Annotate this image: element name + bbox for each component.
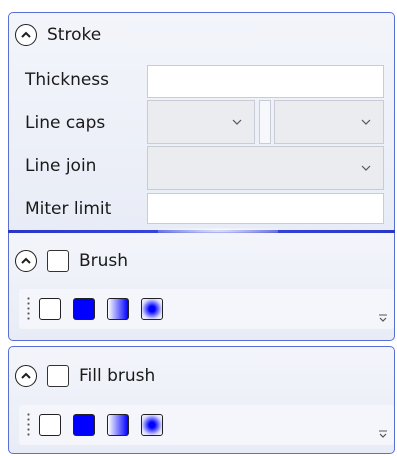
brush-enable-checkbox[interactable]	[47, 250, 69, 272]
brush-header: Brush	[15, 248, 128, 274]
fill-brush-enable-checkbox[interactable]	[47, 365, 69, 387]
brush-solid-swatch[interactable]	[73, 298, 95, 320]
chevron-up-icon	[21, 257, 31, 264]
brush-radial-gradient-swatch[interactable]	[141, 298, 163, 320]
thickness-label: Thickness	[25, 70, 110, 90]
line-caps-link-toggle[interactable]	[259, 100, 271, 144]
line-caps-label: Line caps	[25, 113, 106, 133]
chevron-up-icon	[21, 372, 31, 379]
line-caps-start-select[interactable]	[147, 100, 255, 144]
thickness-field[interactable]	[147, 65, 384, 98]
fill-brush-header: Fill brush	[15, 363, 155, 389]
miter-limit-label: Miter limit	[25, 199, 112, 219]
overflow-icon[interactable]	[378, 313, 388, 323]
brush-linear-gradient-swatch[interactable]	[107, 298, 129, 320]
fill-brush-linear-gradient-swatch[interactable]	[107, 414, 129, 436]
grip-icon[interactable]	[27, 296, 30, 322]
chevron-down-icon	[361, 119, 371, 125]
grip-icon[interactable]	[27, 412, 30, 438]
miter-limit-field[interactable]	[147, 193, 384, 224]
brush-none-swatch[interactable]	[39, 298, 61, 320]
fill-brush-toolbar	[19, 405, 394, 445]
fill-brush-none-swatch[interactable]	[39, 414, 61, 436]
chevron-down-icon	[361, 165, 371, 171]
brush-collapse-button[interactable]	[15, 250, 37, 272]
brush-panel: Brush	[8, 233, 395, 341]
stroke-header-label: Stroke	[47, 25, 102, 45]
line-caps-end-select[interactable]	[274, 100, 384, 144]
chevron-down-icon	[232, 119, 242, 125]
overflow-icon[interactable]	[378, 429, 388, 439]
fill-brush-header-label: Fill brush	[79, 366, 156, 386]
stroke-panel: Stroke Thickness Line caps Line join Mit…	[8, 12, 395, 232]
line-join-label: Line join	[25, 156, 97, 176]
brush-header-label: Brush	[79, 251, 129, 271]
fill-brush-panel: Fill brush	[8, 346, 395, 454]
fill-brush-solid-swatch[interactable]	[73, 414, 95, 436]
brush-toolbar	[19, 289, 394, 329]
fill-brush-radial-gradient-swatch[interactable]	[141, 414, 163, 436]
stroke-header: Stroke	[15, 22, 101, 48]
stroke-collapse-button[interactable]	[15, 24, 37, 46]
fill-brush-collapse-button[interactable]	[15, 365, 37, 387]
chevron-up-icon	[21, 31, 31, 38]
line-join-select[interactable]	[147, 146, 384, 190]
